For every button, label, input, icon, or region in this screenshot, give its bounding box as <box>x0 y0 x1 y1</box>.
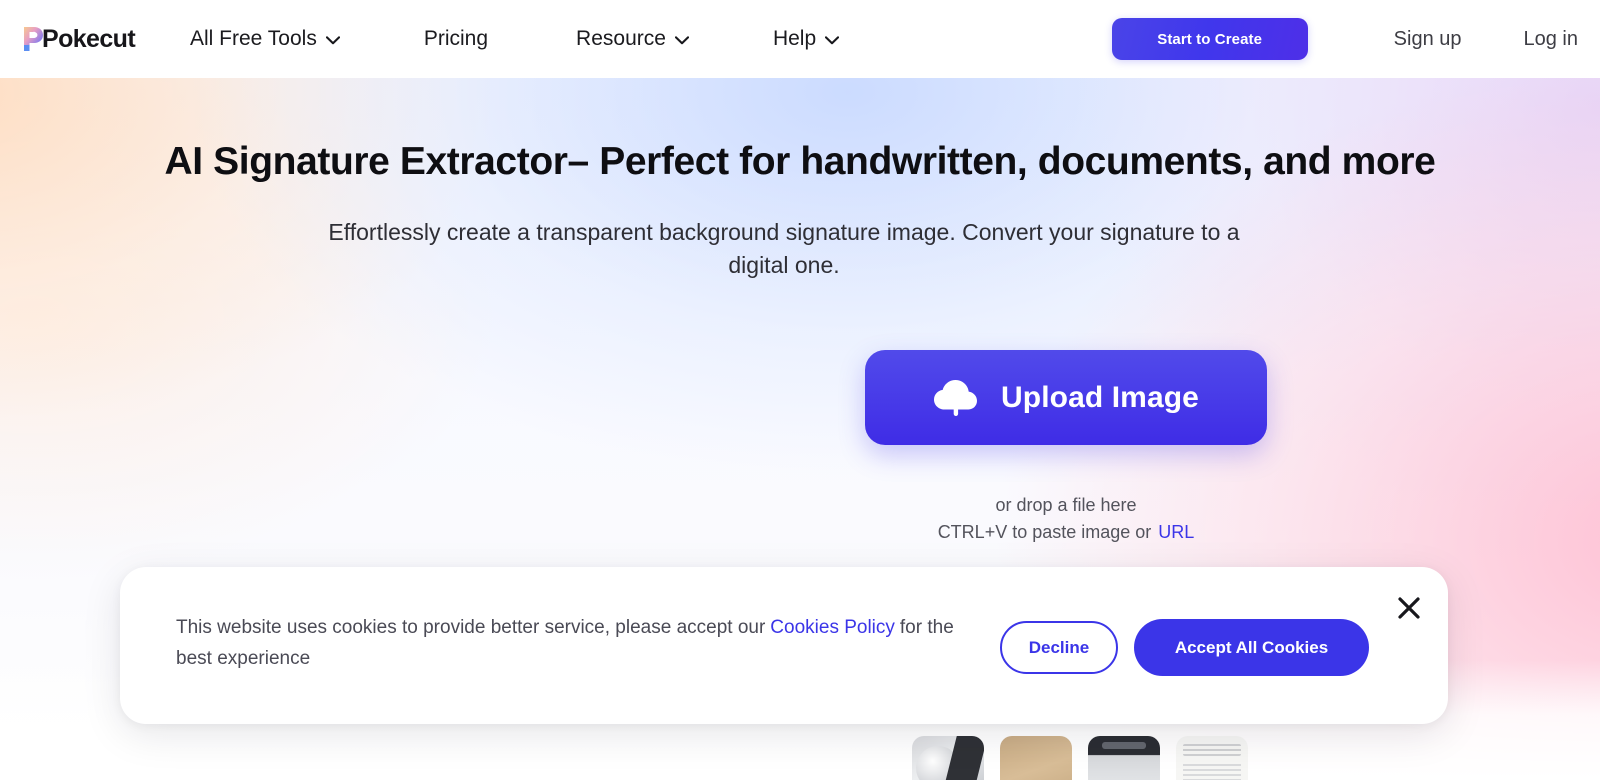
drop-hint-line-2: CTRL+V to paste image or URL <box>805 518 1327 547</box>
main-nav: All Free Tools Pricing Resource Help <box>190 0 840 78</box>
accept-all-cookies-button[interactable]: Accept All Cookies <box>1134 619 1369 676</box>
drop-hint-line-1: or drop a file here <box>995 495 1137 515</box>
cookie-banner-text: This website uses cookies to provide bet… <box>176 612 986 674</box>
site-header: Pokecut All Free Tools Pricing Resource … <box>0 0 1600 78</box>
drop-file-hint: or drop a file here CTRL+V to paste imag… <box>805 492 1327 547</box>
nav-item-help[interactable]: Help <box>772 21 840 57</box>
paste-hint-text: CTRL+V to paste image or <box>937 522 1152 542</box>
close-icon[interactable] <box>1392 591 1426 625</box>
pokecut-logo-icon <box>22 25 44 53</box>
nav-label-resource: Resource <box>576 27 666 50</box>
cloud-upload-icon <box>933 378 979 418</box>
cookie-banner-actions: Decline Accept All Cookies <box>1000 619 1369 676</box>
chevron-down-icon <box>674 35 689 45</box>
nav-label-all-free-tools: All Free Tools <box>190 27 317 50</box>
sample-thumbnail-portrait[interactable] <box>912 736 984 780</box>
sample-thumbnail-document[interactable] <box>1176 736 1248 780</box>
chevron-down-icon <box>825 35 840 45</box>
sample-thumbnail-tan[interactable] <box>1000 736 1072 780</box>
chevron-down-icon <box>325 35 340 45</box>
sample-thumbnail-device[interactable] <box>1088 736 1160 780</box>
logo-text: Pokecut <box>42 25 136 53</box>
header-actions: Start to Create Sign up Log in <box>1111 0 1579 78</box>
logo[interactable]: Pokecut <box>22 24 136 54</box>
cookie-text-part-1: This website uses cookies to provide bet… <box>176 617 766 638</box>
url-link[interactable]: URL <box>1158 522 1194 542</box>
log-in-link[interactable]: Log in <box>1524 28 1579 51</box>
sample-images-row <box>912 736 1248 780</box>
page-root: Pokecut All Free Tools Pricing Resource … <box>0 0 1600 780</box>
decline-button[interactable]: Decline <box>1000 621 1118 674</box>
nav-item-all-free-tools[interactable]: All Free Tools <box>190 21 340 57</box>
page-title: AI Signature Extractor– Perfect for hand… <box>164 140 1436 183</box>
upload-image-label: Upload Image <box>1001 380 1199 414</box>
start-to-create-button[interactable]: Start to Create <box>1111 18 1308 60</box>
nav-label-pricing: Pricing <box>423 27 489 50</box>
page-subtitle: Effortlessly create a transparent backgr… <box>328 219 1240 278</box>
cookies-policy-link[interactable]: Cookies Policy <box>770 617 895 638</box>
cookie-banner: This website uses cookies to provide bet… <box>120 567 1448 724</box>
nav-item-pricing[interactable]: Pricing <box>424 21 488 57</box>
sign-up-link[interactable]: Sign up <box>1394 28 1462 51</box>
nav-item-resource[interactable]: Resource <box>576 21 689 57</box>
nav-label-help: Help <box>772 27 817 50</box>
upload-image-button[interactable]: Upload Image <box>865 350 1267 445</box>
upload-area: Upload Image <box>865 350 1267 445</box>
